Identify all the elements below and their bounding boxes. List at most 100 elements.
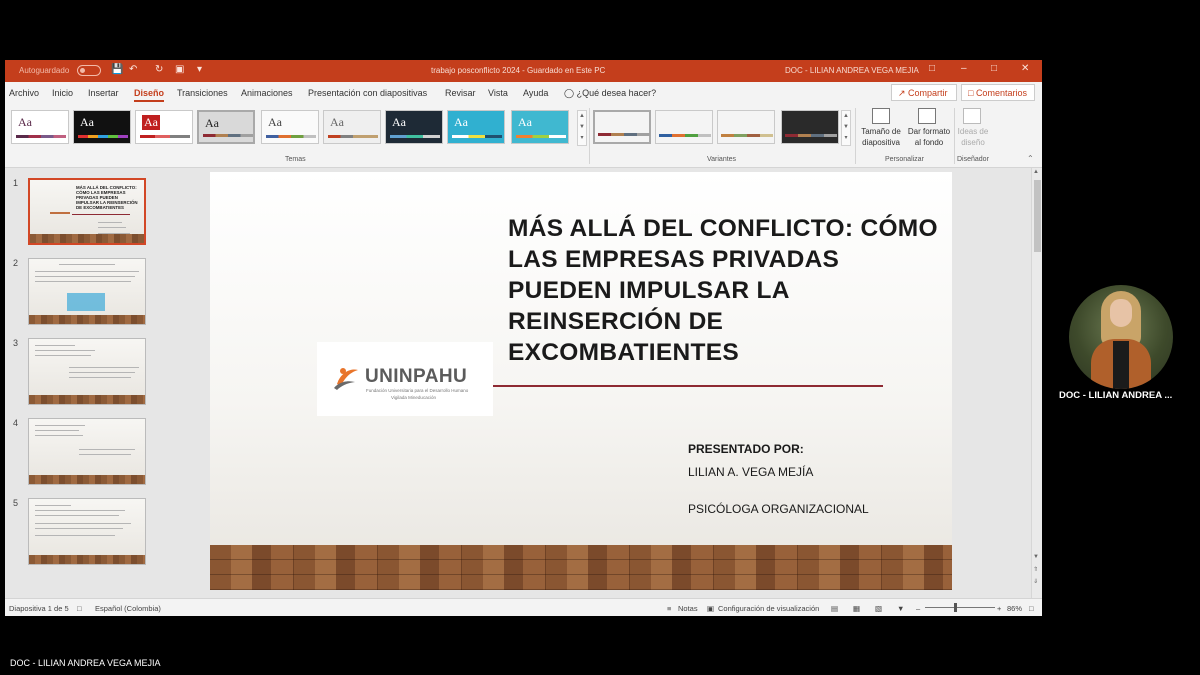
theme-thumb-6[interactable]: Aa: [323, 110, 381, 144]
maximize-icon[interactable]: □: [991, 63, 997, 74]
slide-thumb-2[interactable]: [28, 258, 146, 325]
tell-me-input[interactable]: ◯ ¿Qué desea hacer?: [564, 88, 656, 99]
logo-wordmark: UNINPAHU: [365, 366, 468, 387]
theme-thumb-9[interactable]: Aa: [511, 110, 569, 144]
slide-thumb-1[interactable]: MÁS ALLÁ DEL CONFLICTO: CÓMO LAS EMPRESA…: [28, 178, 146, 245]
notes-icon[interactable]: ≡: [667, 604, 671, 613]
tab-animaciones[interactable]: Animaciones: [241, 88, 293, 98]
designer-group-label: Diseñador: [957, 156, 989, 163]
slide-sorter-icon[interactable]: ▦: [853, 604, 860, 613]
next-slide-icon[interactable]: ⇓: [1033, 578, 1038, 585]
spellcheck-icon[interactable]: □: [77, 604, 82, 613]
design-ideas-button[interactable]: Ideas de diseño: [955, 126, 991, 148]
theme-thumb-5[interactable]: Aa: [261, 110, 319, 144]
autosave-label: Autoguardado: [19, 66, 70, 75]
undo-icon[interactable]: ↶: [129, 64, 137, 75]
participant-video[interactable]: [1069, 285, 1173, 389]
theme-thumb-8[interactable]: Aa: [447, 110, 505, 144]
participant-shirt: [1113, 341, 1129, 389]
reading-view-icon[interactable]: ▧: [875, 604, 882, 613]
presented-by-label[interactable]: PRESENTADO POR:: [688, 442, 804, 456]
theme-thumb-3[interactable]: Aa: [135, 110, 193, 144]
slide-size-icon: [872, 108, 890, 124]
thumb-number-1: 1: [13, 178, 19, 188]
customize-toolbar-icon[interactable]: ▾: [197, 64, 202, 75]
fit-to-window-icon[interactable]: □: [1029, 604, 1034, 613]
redo-icon[interactable]: ↻: [155, 64, 163, 75]
thumb-number-3: 3: [13, 338, 19, 348]
display-settings-button[interactable]: Configuración de visualización: [718, 604, 819, 613]
slide-title[interactable]: MÁS ALLÁ DEL CONFLICTO: CÓMO LAS EMPRESA…: [508, 213, 948, 368]
thumb-text: [35, 430, 79, 431]
scroll-up-icon[interactable]: ▲: [1033, 169, 1039, 175]
tab-inicio[interactable]: Inicio: [52, 88, 73, 98]
thumb-text: [35, 425, 85, 426]
zoom-out-icon[interactable]: –: [916, 604, 920, 613]
minimize-icon[interactable]: –: [961, 63, 967, 74]
theme-thumb-4-selected[interactable]: Aa: [197, 110, 255, 144]
slide-thumb-3[interactable]: [28, 338, 146, 405]
save-icon[interactable]: 💾: [111, 64, 123, 75]
logo-mark-icon: [334, 368, 358, 390]
tab-revisar[interactable]: Revisar: [445, 88, 476, 98]
presenter-name[interactable]: LILIAN A. VEGA MEJÍA: [688, 465, 813, 479]
language-indicator[interactable]: Español (Colombia): [95, 604, 161, 613]
tab-transiciones[interactable]: Transiciones: [177, 88, 228, 98]
slide-scrollbar[interactable]: ▲ ▼ ⇑ ⇓: [1031, 168, 1042, 598]
variant-thumb-4[interactable]: [781, 110, 839, 144]
variants-gallery-scroll[interactable]: ▲ ▼ ▾: [841, 110, 851, 146]
thumb-number-4: 4: [13, 418, 19, 428]
tab-diseno[interactable]: Diseño: [134, 88, 165, 102]
variant-thumb-3[interactable]: [717, 110, 775, 144]
theme-thumb-1[interactable]: Aa: [11, 110, 69, 144]
share-button[interactable]: ↗ Compartir: [891, 84, 957, 101]
thumb-image: [67, 293, 105, 311]
theme-colors: [16, 135, 66, 138]
variant-colors: [598, 133, 650, 136]
variant-thumb-2[interactable]: [655, 110, 713, 144]
tab-ayuda[interactable]: Ayuda: [523, 88, 548, 98]
scrollbar-thumb[interactable]: [1034, 180, 1041, 252]
scroll-down-icon[interactable]: ▼: [1033, 554, 1039, 560]
display-settings-icon[interactable]: ▣: [707, 604, 714, 613]
tab-presentacion[interactable]: Presentación con diapositivas: [308, 88, 427, 98]
notes-button[interactable]: Notas: [678, 604, 698, 613]
slide-thumb-4[interactable]: [28, 418, 146, 485]
tab-archivo[interactable]: Archivo: [9, 88, 39, 98]
slide-thumb-5[interactable]: [28, 498, 146, 565]
ribbon-display-icon[interactable]: □: [929, 63, 935, 74]
slide-canvas[interactable]: MÁS ALLÁ DEL CONFLICTO: CÓMO LAS EMPRESA…: [210, 172, 952, 590]
previous-slide-icon[interactable]: ⇑: [1033, 566, 1038, 573]
themes-gallery-scroll[interactable]: ▲ ▼ ▾: [577, 110, 587, 146]
uninpahu-logo[interactable]: UNINPAHU Fundación Universitaria para el…: [317, 342, 493, 416]
comments-button[interactable]: □ Comentarios: [961, 84, 1035, 101]
theme-thumb-2[interactable]: Aa: [73, 110, 131, 144]
wood-floor-decoration: [210, 545, 952, 590]
theme-thumb-7[interactable]: Aa: [385, 110, 443, 144]
thumb-text: [98, 222, 122, 223]
normal-view-icon[interactable]: ▤: [831, 604, 838, 613]
account-name[interactable]: DOC - LILIAN ANDREA VEGA MEJIA: [785, 66, 919, 75]
thumb-floor: [29, 555, 145, 564]
present-icon[interactable]: ▣: [175, 64, 184, 75]
thumb-text: [35, 523, 131, 524]
zoom-in-icon[interactable]: +: [997, 604, 1001, 613]
theme-colors: [516, 135, 566, 138]
tab-vista[interactable]: Vista: [488, 88, 508, 98]
thumb-rule: [72, 214, 130, 215]
variant-thumb-1[interactable]: [593, 110, 651, 144]
thumb-text: [69, 377, 131, 378]
slideshow-view-icon[interactable]: ▼: [897, 604, 904, 613]
slide-size-button[interactable]: Tamaño de diapositiva: [857, 126, 905, 148]
theme-glyph: Aa: [18, 115, 32, 129]
zoom-level[interactable]: 86%: [1007, 604, 1022, 613]
theme-glyph: Aa: [518, 115, 532, 129]
zoom-slider-track[interactable]: [925, 607, 995, 608]
collapse-ribbon-icon[interactable]: ⌃: [1027, 154, 1034, 163]
close-icon[interactable]: ✕: [1021, 63, 1029, 74]
presenter-role[interactable]: PSICÓLOGA ORGANIZACIONAL: [688, 502, 869, 516]
format-background-button[interactable]: Dar formato al fondo: [905, 126, 953, 148]
autosave-toggle[interactable]: [77, 65, 101, 76]
zoom-slider-knob[interactable]: [954, 603, 957, 612]
tab-insertar[interactable]: Insertar: [88, 88, 119, 98]
